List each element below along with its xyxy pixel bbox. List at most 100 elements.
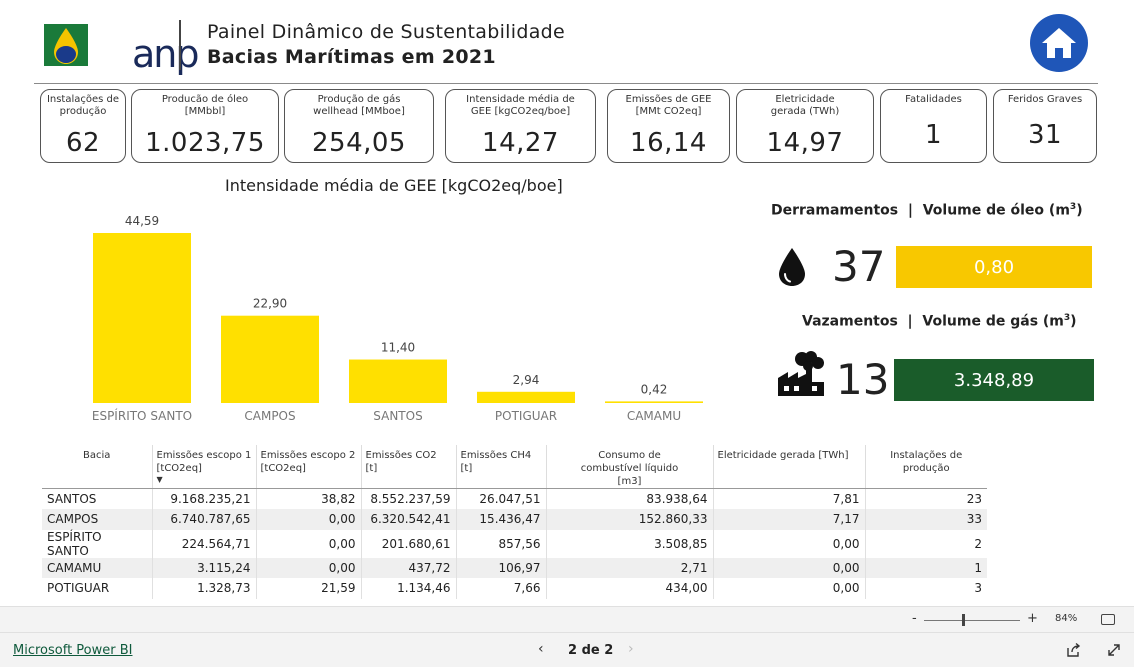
cell-basin: SANTOS xyxy=(47,492,97,506)
cell-installations: 1 xyxy=(864,557,987,578)
col-header-installations[interactable]: Instalações de produção xyxy=(864,445,987,489)
kpi-label: Emissões de GEE [MMt CO2eq] xyxy=(625,94,712,117)
spills-volume-title: Volume de óleo (m xyxy=(922,202,1070,219)
cell-ch4: 106,97 xyxy=(455,557,546,578)
cell-ch4: 26.047,51 xyxy=(455,488,546,509)
anp-logo: anp xyxy=(44,18,199,76)
power-bi-link[interactable]: Microsoft Power BI xyxy=(13,643,132,658)
bar-santos[interactable] xyxy=(349,359,447,403)
kpi-label: Produção de gás wellhead [MMboe] xyxy=(313,94,405,117)
col-header-ch4[interactable]: Emissões CH4 [t] xyxy=(455,445,546,489)
kpi-value: 16,14 xyxy=(630,128,707,158)
x-tick-label: POTIGUAR xyxy=(495,409,557,423)
table-row[interactable]: CAMPOS 6.740.787,65 0,00 6.320.542,41 15… xyxy=(42,509,987,530)
kpi-value: 1.023,75 xyxy=(145,128,265,158)
kpi-label: Instalações de produção xyxy=(46,94,120,117)
home-icon xyxy=(1042,28,1076,58)
bar-camamu[interactable] xyxy=(605,401,703,403)
col-header-scope2[interactable]: Emissões escopo 2 [tCO2eq] xyxy=(255,445,361,489)
cell-ch4: 15.436,47 xyxy=(455,509,546,530)
col-header-electricity[interactable]: Eletricidade gerada [TWh] xyxy=(712,445,865,489)
spills-header: Derramamentos | Volume de óleo (m3) xyxy=(771,202,1083,219)
cell-fuel: 434,00 xyxy=(545,578,713,599)
next-page-button[interactable]: › xyxy=(628,641,634,657)
zoom-percent: 84% xyxy=(1055,613,1078,624)
leaks-count: 13 xyxy=(836,355,890,404)
table-row[interactable]: POTIGUAR 1.328,73 21,59 1.134,46 7,66 43… xyxy=(42,578,987,599)
anp-drop-logo-icon xyxy=(44,24,88,66)
zoom-slider-thumb[interactable] xyxy=(962,614,965,626)
cell-basin: CAMPOS xyxy=(42,509,152,530)
home-button[interactable] xyxy=(1030,14,1088,72)
kpi-label: Eletricidade gerada (TWh) xyxy=(770,94,840,117)
previous-page-button[interactable]: ‹ xyxy=(538,641,544,657)
cell-electricity: 7,81 xyxy=(712,488,865,509)
col-header-fuel[interactable]: Consumo de combustível líquido [m3] xyxy=(545,445,713,489)
kpi-card-ghg-emissions: Emissões de GEE [MMt CO2eq] 16,14 xyxy=(607,89,730,163)
dashboard-title: Painel Dinâmico de Sustentabilidade xyxy=(207,21,565,43)
col-header-co2[interactable]: Emissões CO2 [t] xyxy=(360,445,456,489)
cell-co2: 437,72 xyxy=(360,557,456,578)
zoom-bar: - + 84% xyxy=(0,606,1134,632)
col-header-label: Instalações de produção xyxy=(890,450,963,474)
fullscreen-icon[interactable] xyxy=(1106,642,1122,658)
share-icon[interactable] xyxy=(1066,642,1082,658)
cell-ch4: 857,56 xyxy=(455,529,546,558)
header-separator xyxy=(34,83,1098,84)
cell-basin: POTIGUAR xyxy=(47,581,110,596)
col-header-label: Emissões CO2 [t] xyxy=(365,450,437,474)
cell-electricity: 7,17 xyxy=(712,509,865,530)
page-indicator: 2 de 2 xyxy=(568,643,614,658)
kpi-label: Fatalidades xyxy=(905,94,962,105)
cell-ch4: 7,66 xyxy=(455,578,546,599)
cell-scope2: 0,00 xyxy=(255,557,361,578)
fit-to-page-icon[interactable] xyxy=(1101,614,1115,625)
zoom-out-button[interactable]: - xyxy=(912,611,917,626)
emissions-table: Bacia Emissões escopo 1 [tCO2eq] ▼ Emissõ… xyxy=(42,445,987,599)
cell-installations: 3 xyxy=(864,578,987,599)
logo-text: anp xyxy=(132,32,199,76)
bar-value-label: 44,59 xyxy=(125,214,159,228)
leaks-header: Vazamentos | Volume de gás (m3) xyxy=(802,313,1077,330)
leaks-title-close: ) xyxy=(1070,313,1077,330)
cell-installations: 23 xyxy=(864,488,987,509)
col-header-label: Eletricidade gerada [TWh] xyxy=(717,450,849,461)
spills-title: Derramamentos xyxy=(771,202,899,219)
zoom-in-button[interactable]: + xyxy=(1027,611,1038,626)
oil-volume-box: 0,80 xyxy=(896,246,1092,288)
table-row[interactable]: SANTOS 9.168.235,21 38,82 8.552.237,59 2… xyxy=(42,488,987,509)
cell-electricity: 0,00 xyxy=(712,529,865,558)
kpi-card-fatalities: Fatalidades 1 xyxy=(880,89,987,163)
kpi-label: Feridos Graves xyxy=(1007,94,1083,105)
kpi-value: 62 xyxy=(65,128,101,158)
cell-scope1: 1.328,73 xyxy=(151,578,256,599)
kpi-value: 254,05 xyxy=(312,128,406,158)
bar-value-label: 2,94 xyxy=(513,373,540,387)
chart-title: Intensidade média de GEE [kgCO2eq/boe] xyxy=(225,176,563,195)
table-header-row: Bacia Emissões escopo 1 [tCO2eq] ▼ Emissõ… xyxy=(42,445,987,489)
kpi-card-electricity: Eletricidade gerada (TWh) 14,97 xyxy=(736,89,874,163)
table-row[interactable]: CAMAMU 3.115,24 0,00 437,72 106,97 2,71 … xyxy=(42,557,987,578)
col-header-bacia[interactable]: Bacia xyxy=(42,445,152,489)
col-header-scope1[interactable]: Emissões escopo 1 [tCO2eq] ▼ xyxy=(151,445,256,489)
cell-fuel: 152.860,33 xyxy=(545,509,713,530)
kpi-label: Intensidade média de GEE [kgCO2eq/boe] xyxy=(466,94,575,117)
cell-scope1: 6.740.787,65 xyxy=(151,509,256,530)
kpi-value: 14,27 xyxy=(482,128,559,158)
kpi-label: Producão de óleo [MMbbl] xyxy=(161,94,249,117)
col-header-label: Emissões escopo 1 [tCO2eq] xyxy=(156,450,252,474)
bar-campos[interactable] xyxy=(221,315,319,403)
cell-scope2: 38,82 xyxy=(255,488,361,509)
bar-value-label: 0,42 xyxy=(641,382,668,396)
kpi-card-installations: Instalações de produção 62 xyxy=(40,89,126,163)
table-row[interactable]: ESPÍRITO SANTO 224.564,71 0,00 201.680,6… xyxy=(42,529,987,558)
kpi-value: 31 xyxy=(1027,120,1063,150)
col-header-label: Consumo de combustível líquido [m3] xyxy=(580,450,679,487)
cell-scope2: 21,59 xyxy=(255,578,361,599)
bar-potiguar[interactable] xyxy=(477,391,575,403)
ghg-intensity-bar-chart: 44,59 ESPÍRITO SANTO 22,90 CAMPOS 11,40 SANTO… xyxy=(92,214,703,423)
zoom-slider-track[interactable] xyxy=(924,620,1020,621)
oil-drop-icon xyxy=(779,248,805,286)
bar-espírito-santo[interactable] xyxy=(93,233,191,403)
cell-scope1: 9.168.235,21 xyxy=(151,488,256,509)
